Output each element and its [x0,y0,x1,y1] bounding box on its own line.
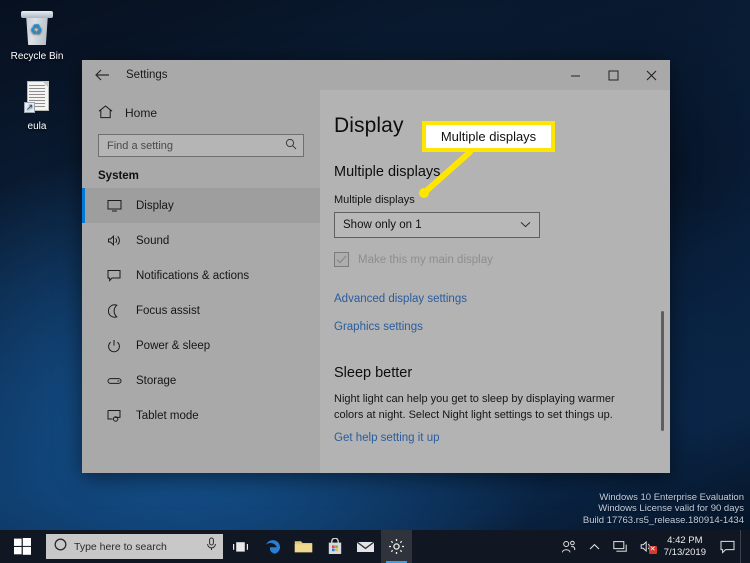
taskbar-search-box[interactable]: Type here to search [46,534,223,559]
mail-envelope-icon[interactable] [350,530,381,563]
section-heading-sleep-better: Sleep better [334,365,413,381]
sidebar-home-label: Home [125,106,158,120]
minimize-icon[interactable] [556,60,594,90]
storage-icon [106,373,122,389]
clock-time: 4:42 PM [667,534,703,546]
sidebar-item-label: Storage [136,374,177,387]
desktop-icon-eula[interactable]: ↗ eula [6,78,68,133]
link-advanced-display-settings[interactable]: Advanced display settings [334,293,652,305]
section-heading-multiple-displays: Multiple displays [334,164,441,180]
taskbar: Type here to search ✕ 4:42 PM 7/13/2019 [0,530,750,563]
sidebar-group-title: System [98,170,139,182]
task-view-icon[interactable] [223,530,257,563]
sidebar-item-notifications-actions[interactable]: Notifications & actions [82,258,320,293]
watermark-line-3: Build 17763.rs5_release.180914-1434 [582,514,744,526]
search-icon [285,138,297,153]
sidebar-item-focus-assist[interactable]: Focus assist [82,293,320,328]
sidebar-search [82,128,320,157]
sidebar-item-home[interactable]: Home [82,98,320,128]
moon-icon [106,303,122,319]
sidebar-item-tablet-mode[interactable]: Tablet mode [82,398,320,433]
taskbar-clock[interactable]: 4:42 PM 7/13/2019 [660,535,714,559]
recycle-bin-icon: ♻ [16,8,58,48]
scrollbar-thumb[interactable] [661,311,664,431]
speaker-muted-icon[interactable]: ✕ [634,530,660,563]
power-icon [106,338,122,354]
back-arrow-icon[interactable] [82,60,122,90]
sidebar-item-label: Display [136,199,174,212]
search-box[interactable] [98,134,304,157]
content-scrollbar[interactable] [654,90,670,473]
sidebar-nav-list: Display Sound Notifications & actions Fo… [82,188,320,473]
chevron-up-icon[interactable] [582,530,608,563]
sidebar-item-display[interactable]: Display [82,188,320,223]
callout-text: Multiple displays [440,129,537,144]
watermark-line-1: Windows 10 Enterprise Evaluation [599,491,744,503]
make-main-display-row[interactable]: Make this my main display [334,252,652,267]
store-bag-icon[interactable] [319,530,350,563]
close-icon[interactable] [632,60,670,90]
desktop-icon-label: Recycle Bin [10,51,64,62]
link-get-help-setting-it-up[interactable]: Get help setting it up [334,432,652,444]
sleep-better-paragraph: Night light can help you get to sleep by… [334,393,615,421]
settings-sidebar: Home System [82,90,320,473]
network-icon[interactable] [608,530,634,563]
taskbar-search-placeholder: Type here to search [74,540,167,553]
text-file-shortcut-icon: ↗ [16,78,58,118]
sidebar-item-label: Notifications & actions [136,269,250,282]
sidebar-item-sound[interactable]: Sound [82,223,320,258]
windows-start-icon[interactable] [0,530,44,563]
sidebar-item-label: Sound [136,234,170,247]
make-main-display-label: Make this my main display [358,253,493,266]
system-tray: ✕ 4:42 PM 7/13/2019 [556,530,750,563]
folder-icon[interactable] [288,530,319,563]
cortana-circle-icon [54,538,67,556]
callout-box: Multiple displays [422,121,555,152]
microphone-icon[interactable] [206,537,217,556]
sidebar-item-label: Tablet mode [136,409,199,422]
callout-pointer-dot [419,188,429,198]
action-center-icon[interactable] [714,530,740,563]
search-input[interactable] [107,139,285,152]
sidebar-item-label: Power & sleep [136,339,211,352]
speaker-icon [106,233,122,249]
link-graphics-settings[interactable]: Graphics settings [334,321,652,333]
desktop-icon-recycle-bin[interactable]: ♻ Recycle Bin [6,8,68,63]
multiple-displays-field-label: Multiple displays [334,194,415,206]
settings-window: Settings Home Find a setting System Disp… [82,60,670,473]
maximize-icon[interactable] [594,60,632,90]
show-desktop-button[interactable] [740,530,746,563]
sidebar-item-storage[interactable]: Storage [82,363,320,398]
clock-date: 7/13/2019 [663,546,706,558]
notification-icon [106,268,122,284]
desktop-icon-label: eula [27,121,47,132]
multiple-displays-dropdown[interactable]: Show only on 1 [334,212,540,238]
home-icon [98,104,113,122]
window-title: Settings [126,69,168,81]
people-icon[interactable] [556,530,582,563]
sidebar-item-power-sleep[interactable]: Power & sleep [82,328,320,363]
dropdown-selected-value: Show only on 1 [343,219,422,231]
window-titlebar: Settings [82,60,670,90]
gear-icon[interactable] [381,530,412,563]
mute-badge-icon: ✕ [648,546,657,554]
edge-browser-icon[interactable] [257,530,288,563]
watermark-line-2: Windows License valid for 90 days [598,503,744,514]
tablet-icon [106,408,122,424]
desktop: ♻ Recycle Bin ↗ eula Settings Home Find … [0,0,750,563]
sidebar-item-label: Focus assist [136,304,200,317]
chevron-down-icon [520,220,531,231]
make-main-display-checkbox[interactable] [334,252,349,267]
window-controls [556,60,670,90]
windows-evaluation-watermark: Windows 10 Enterprise Evaluation Windows… [583,492,744,527]
monitor-icon [106,198,122,214]
